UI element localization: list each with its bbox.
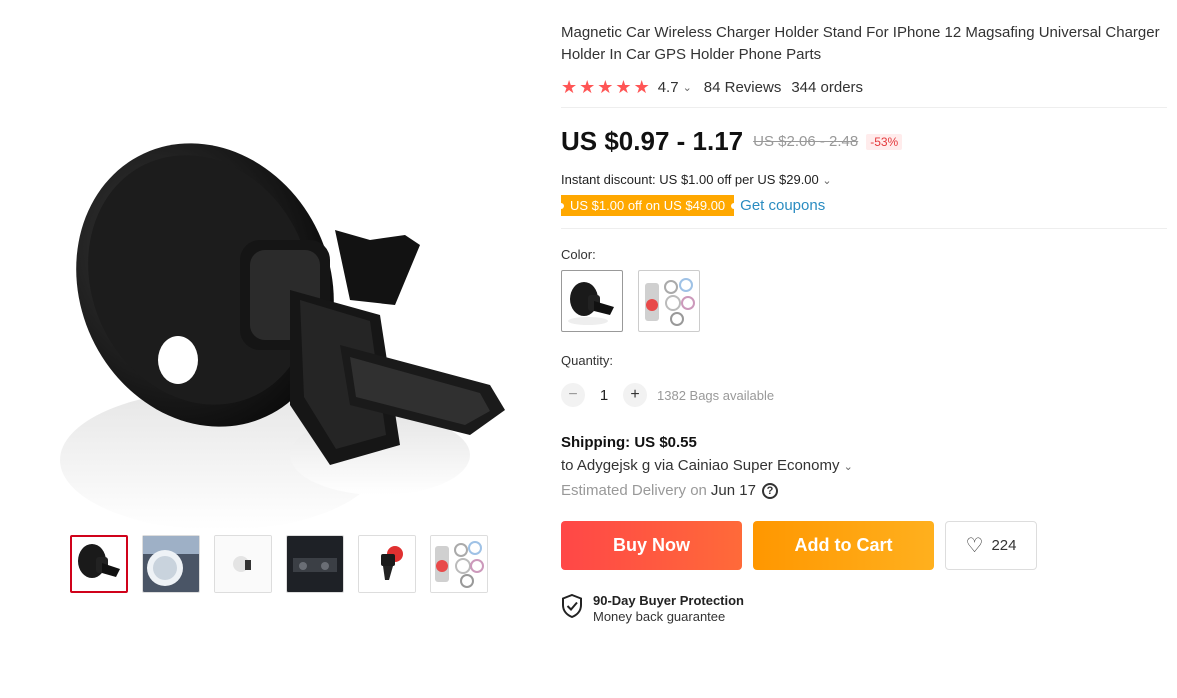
color-swatch-set[interactable] [638, 270, 700, 332]
quantity-decrease-button[interactable]: − [561, 383, 585, 407]
thumbnail-strip [70, 535, 488, 593]
thumbnail-3[interactable] [214, 535, 272, 593]
coupon-row: US $1.00 off on US $49.00 Get coupons [557, 195, 1167, 216]
color-swatch-black[interactable] [561, 270, 623, 332]
star-icon: ★ [597, 77, 614, 97]
quantity-stepper: − 1 + 1382 Bags available [561, 383, 1167, 407]
action-buttons: Buy Now Add to Cart ♡ 224 [561, 521, 1167, 570]
coupon-tag: US $1.00 off on US $49.00 [557, 195, 738, 216]
thumbnail-1[interactable] [70, 535, 128, 593]
original-price: US $2.06 - 2.48 [753, 133, 859, 150]
product-gallery [40, 40, 520, 600]
wishlist-button[interactable]: ♡ 224 [945, 521, 1037, 570]
instant-discount-text: Instant discount: US $1.00 off per US $2… [561, 172, 819, 187]
quantity-increase-button[interactable]: + [623, 383, 647, 407]
product-info: Magnetic Car Wireless Charger Holder Sta… [557, 22, 1167, 624]
wishlist-count: 224 [991, 537, 1017, 554]
star-icon: ★ [633, 77, 650, 97]
chevron-down-icon[interactable]: ⌄ [683, 81, 692, 94]
estimated-delivery-label: Estimated Delivery on [561, 482, 707, 499]
stock-available: 1382 Bags available [657, 387, 775, 403]
chevron-down-icon: ⌄ [822, 175, 832, 187]
divider [561, 228, 1167, 229]
shield-check-icon [561, 593, 583, 623]
color-swatches [561, 270, 1167, 332]
help-icon[interactable]: ? [761, 482, 778, 499]
estimated-delivery: Estimated Delivery on Jun 17 ? [561, 482, 1167, 499]
discount-badge: -53% [866, 133, 903, 150]
main-product-image[interactable] [50, 75, 510, 555]
thumbnail-2[interactable] [142, 535, 200, 593]
shipping-destination[interactable]: to Adygejsk g via Cainiao Super Economy … [561, 457, 1167, 474]
star-icon: ★ [579, 77, 596, 97]
add-to-cart-button[interactable]: Add to Cart [753, 521, 934, 570]
estimated-delivery-date: Jun 17 [710, 482, 756, 499]
heart-icon: ♡ [965, 535, 984, 557]
rating-value[interactable]: 4.7 [658, 79, 679, 96]
shipping-section: Shipping: US $0.55 to Adygejsk g via Cai… [561, 434, 1167, 499]
thumbnail-4[interactable] [286, 535, 344, 593]
instant-discount[interactable]: Instant discount: US $1.00 off per US $2… [561, 172, 1167, 187]
divider [561, 107, 1167, 108]
chevron-down-icon: ⌄ [843, 461, 853, 473]
shipping-destination-text: to Adygejsk g via Cainiao Super Economy [561, 457, 840, 474]
rating-stars: ★ ★ ★ ★ ★ [561, 78, 650, 96]
protection-title: 90-Day Buyer Protection [593, 593, 744, 608]
thumbnail-6[interactable] [430, 535, 488, 593]
buy-now-button[interactable]: Buy Now [561, 521, 742, 570]
current-price: US $0.97 - 1.17 [561, 126, 744, 156]
product-title: Magnetic Car Wireless Charger Holder Sta… [561, 24, 1160, 63]
quantity-label: Quantity: [561, 353, 614, 368]
rating-row: ★ ★ ★ ★ ★ 4.7 ⌄ 84 Reviews 344 orders [561, 78, 1167, 96]
thumbnail-5[interactable] [358, 535, 416, 593]
quantity-value[interactable]: 1 [585, 387, 623, 404]
star-icon: ★ [615, 77, 632, 97]
reviews-link[interactable]: 84 Reviews [704, 79, 782, 96]
shipping-price: Shipping: US $0.55 [561, 434, 697, 451]
orders-count: 344 orders [791, 78, 864, 96]
star-icon: ★ [561, 77, 578, 97]
color-label: Color: [561, 247, 596, 262]
get-coupons-link[interactable]: Get coupons [740, 197, 825, 214]
protection-subtitle: Money back guarantee [593, 609, 726, 624]
buyer-protection[interactable]: 90-Day Buyer Protection Money back guara… [561, 593, 1167, 624]
price-row: US $0.97 - 1.17 US $2.06 - 2.48 -53% [561, 126, 1167, 157]
